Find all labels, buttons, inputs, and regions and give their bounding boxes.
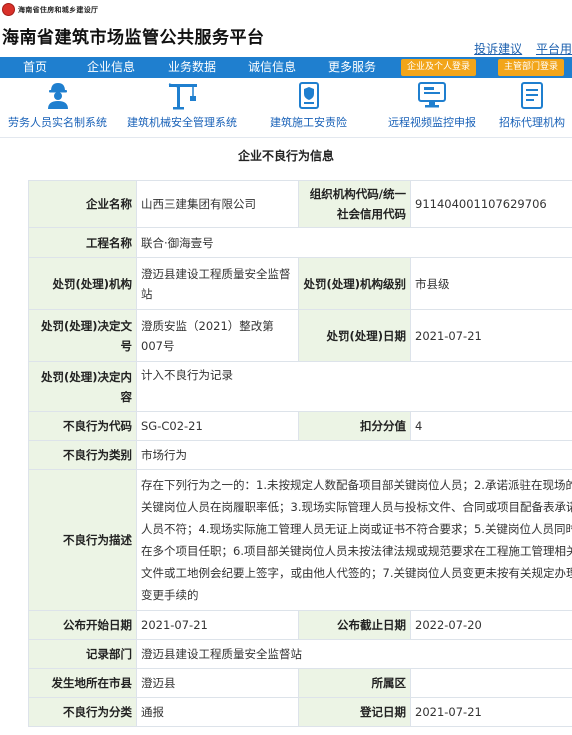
site-header: 海南省住房和城乡建设厅 海南省建筑市场监管公共服务平台 投诉建议 平台用	[0, 0, 572, 57]
publish-start-value: 2021-07-21	[136, 610, 299, 640]
org-code-label: 组织机构代码/统一社会信用代码	[298, 180, 411, 228]
penalty-org-level-value: 市县级	[410, 257, 572, 310]
system-label: 建筑施工安责险	[270, 116, 347, 129]
crane-icon	[168, 83, 197, 110]
occur-city-value: 澄迈县	[136, 668, 299, 698]
nav-more-services[interactable]: 更多服务	[312, 57, 392, 78]
register-date-label: 登记日期	[298, 697, 411, 727]
behavior-desc-label: 不良行为描述	[28, 469, 137, 611]
section-title: 企业不良行为信息	[237, 149, 334, 163]
system-label: 远程视频监控申报	[388, 116, 476, 129]
table-row: 不良行为类别 市场行为	[28, 440, 572, 470]
table-row: 不良行为描述 存在下列行为之一的：1.未按规定人数配备项目部关键岗位人员；2.承…	[28, 469, 572, 611]
document-icon	[521, 82, 543, 109]
publish-end-value: 2022-07-20	[410, 610, 572, 640]
publish-start-label: 公布开始日期	[28, 610, 137, 640]
worker-icon	[47, 83, 68, 109]
deduct-score-label: 扣分分值	[298, 411, 411, 441]
decision-no-label: 处罚(处理)决定文号	[28, 309, 137, 362]
project-name-label: 工程名称	[28, 227, 137, 258]
behavior-category-value: 市场行为	[136, 440, 572, 470]
register-date-value: 2021-07-21	[410, 697, 572, 727]
system-label: 劳务人员实名制系统	[8, 116, 107, 129]
header-links: 投诉建议 平台用	[464, 40, 572, 57]
company-name-value: 山西三建集团有限公司	[136, 180, 299, 228]
nav-company-info[interactable]: 企业信息	[70, 57, 152, 78]
occur-city-label: 发生地所在市县	[28, 668, 137, 698]
behavior-class-label: 不良行为分类	[28, 697, 137, 727]
insurance-doc-icon	[298, 82, 319, 109]
publish-end-label: 公布截止日期	[298, 610, 411, 640]
platform-title: 海南省建筑市场监管公共服务平台	[2, 28, 265, 48]
nav-business-data[interactable]: 业务数据	[152, 57, 232, 78]
org-code-value: 911404001107629706	[410, 180, 572, 228]
behavior-code-value: SG-C02-21	[136, 411, 299, 441]
dept-logo: 海南省住房和城乡建设厅	[2, 3, 98, 16]
table-row: 记录部门 澄迈县建设工程质量安全监督站	[28, 639, 572, 669]
record-dept-value: 澄迈县建设工程质量安全监督站	[136, 639, 572, 669]
complaint-link[interactable]: 投诉建议	[474, 42, 522, 56]
system-label: 建筑机械安全管理系统	[127, 116, 237, 129]
table-row: 不良行为代码 SG-C02-21 扣分分值 4	[28, 411, 572, 441]
company-login-button[interactable]: 企业及个人登录	[401, 59, 477, 76]
behavior-desc-value: 存在下列行为之一的：1.未按规定人数配备项目部关键岗位人员；2.承诺派驻在现场的…	[136, 469, 572, 611]
behavior-category-label: 不良行为类别	[28, 440, 137, 470]
behavior-code-label: 不良行为代码	[28, 411, 137, 441]
national-emblem-icon	[2, 3, 15, 16]
table-row: 发生地所在市县 澄迈县 所属区	[28, 668, 572, 698]
platform-link[interactable]: 平台用	[536, 42, 572, 56]
table-row: 处罚(处理)决定内容 计入不良行为记录	[28, 361, 572, 412]
penalty-org-level-label: 处罚(处理)机构级别	[298, 257, 411, 310]
system-label: 招标代理机构	[499, 116, 565, 129]
record-dept-label: 记录部门	[28, 639, 137, 669]
system-shortcuts: 劳务人员实名制系统 建筑机械安全管理系统 建筑施工安责险 远程视频监控申报 招标…	[0, 78, 572, 138]
dept-name: 海南省住房和城乡建设厅	[18, 5, 99, 14]
system-machinery-safety[interactable]: 建筑机械安全管理系统	[127, 80, 237, 130]
system-remote-video[interactable]: 远程视频监控申报	[388, 80, 476, 130]
authority-login-button[interactable]: 主管部门登录	[498, 59, 565, 76]
table-row: 处罚(处理)决定文号 澄质安监（2021）整改第007号 处罚(处理)日期 20…	[28, 309, 572, 362]
main-nav: 首页 企业信息 业务数据 诚信信息 更多服务 企业及个人登录 主管部门登录	[0, 57, 572, 78]
decision-no-value: 澄质安监（2021）整改第007号	[136, 309, 299, 362]
table-row: 处罚(处理)机构 澄迈县建设工程质量安全监督站 处罚(处理)机构级别 市县级	[28, 257, 572, 310]
monitor-icon	[418, 82, 446, 108]
bad-behavior-table: 企业名称 山西三建集团有限公司 组织机构代码/统一社会信用代码 91140400…	[28, 180, 572, 727]
penalty-org-label: 处罚(处理)机构	[28, 257, 137, 310]
penalty-date-label: 处罚(处理)日期	[298, 309, 411, 362]
penalty-date-value: 2021-07-21	[410, 309, 572, 362]
project-name-value: 联合·御海壹号	[136, 227, 572, 258]
system-bid-agency[interactable]: 招标代理机构	[499, 80, 565, 130]
table-row: 工程名称 联合·御海壹号	[28, 227, 572, 258]
system-safety-insurance[interactable]: 建筑施工安责险	[270, 80, 347, 130]
district-label: 所属区	[298, 668, 411, 698]
penalty-org-value: 澄迈县建设工程质量安全监督站	[136, 257, 299, 310]
deduct-score-value: 4	[410, 411, 572, 441]
table-row: 公布开始日期 2021-07-21 公布截止日期 2022-07-20	[28, 610, 572, 640]
decision-content-value: 计入不良行为记录	[136, 361, 572, 412]
table-row: 企业名称 山西三建集团有限公司 组织机构代码/统一社会信用代码 91140400…	[28, 180, 572, 228]
behavior-class-value: 通报	[136, 697, 299, 727]
nav-home[interactable]: 首页	[0, 57, 70, 78]
district-value	[410, 668, 572, 698]
company-name-label: 企业名称	[28, 180, 137, 228]
system-labor-realname[interactable]: 劳务人员实名制系统	[8, 80, 107, 130]
table-row: 不良行为分类 通报 登记日期 2021-07-21	[28, 697, 572, 727]
decision-content-label: 处罚(处理)决定内容	[28, 361, 137, 412]
nav-credit-info[interactable]: 诚信信息	[232, 57, 312, 78]
